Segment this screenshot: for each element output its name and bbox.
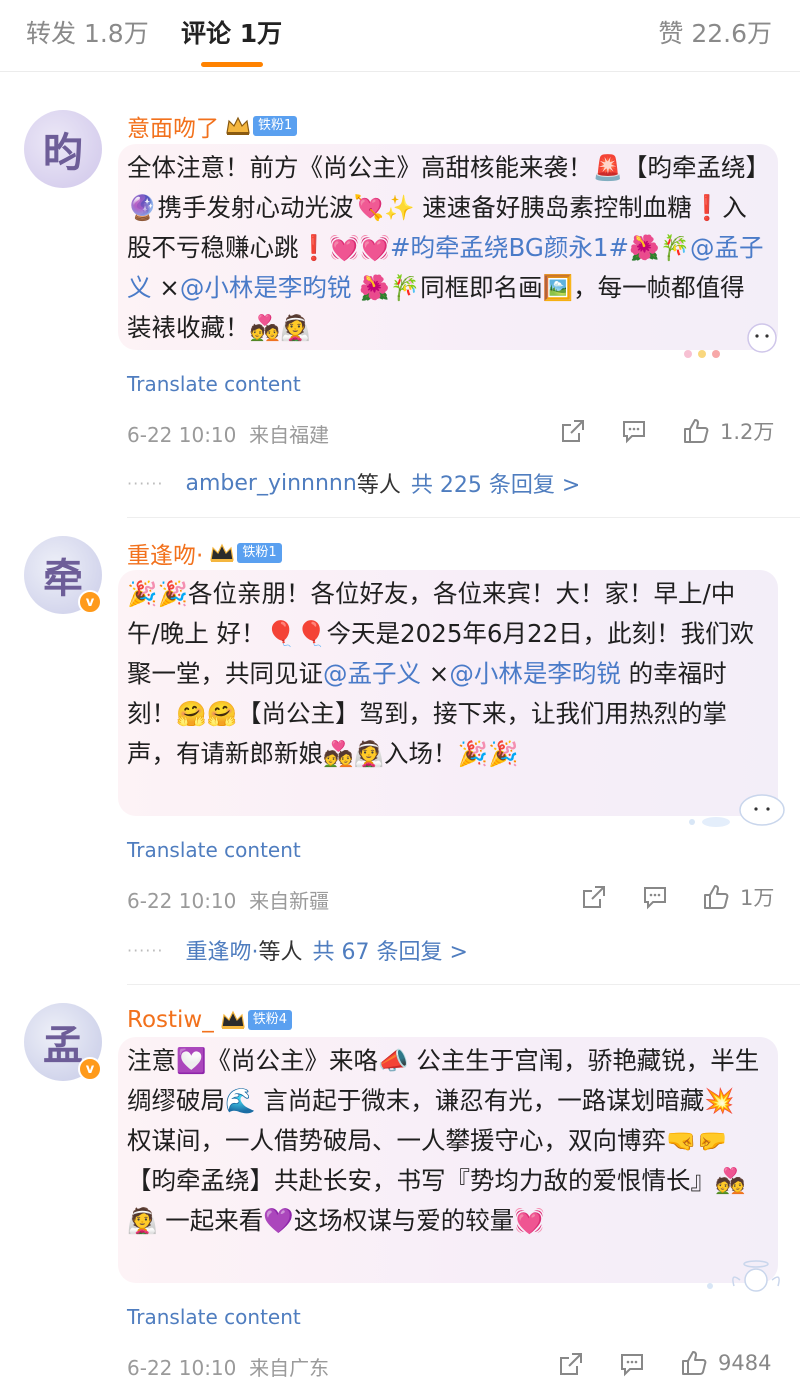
comment-header: Rostiw_ 铁粉4 (127, 1004, 293, 1036)
tab-comments[interactable]: 评论 1万 (181, 14, 282, 54)
comment-text: 注意💟《尚公主》来咯📣 公主生于宫闱，骄艳藏锐，半生绸缪破局🌊 言尚起于微末，谦… (127, 1041, 767, 1241)
comment-time: 6-22 10:10 (127, 423, 237, 447)
comment-header: 重逢吻· 铁粉1 (127, 537, 282, 569)
comment-tab-bar: 转发 1.8万 评论 1万 赞 22.6万 (0, 0, 800, 72)
comment-header: 意面吻了 铁粉1 (127, 109, 298, 143)
like-count: 1.2万 (720, 420, 775, 444)
translate-link[interactable]: Translate content (127, 838, 301, 862)
share-icon (562, 420, 584, 442)
text-segment: 🌺🎋 (629, 233, 691, 262)
text-segment: 注意💟《尚公主》来咯📣 公主生于宫闱，骄艳藏锐，半生绸缪破局🌊 言尚起于微末，谦… (127, 1046, 760, 1235)
fan-level-badge: 铁粉1 (237, 543, 282, 563)
reply-user-link[interactable]: amber_yinnnnn (186, 471, 357, 496)
comment-meta: 6-22 10:10 来自福建 (127, 419, 329, 448)
fan-level-badge: 铁粉4 (247, 1010, 293, 1030)
comment-location: 来自福建 (249, 423, 330, 447)
comment-meta: 6-22 10:10 来自广东 (127, 1352, 329, 1381)
reply-button[interactable] (621, 418, 647, 444)
comment-icon (621, 1354, 643, 1377)
verified-badge-icon: v (78, 1057, 102, 1081)
crown-icon (209, 542, 235, 564)
tab-likes[interactable]: 赞 22.6万 (658, 14, 772, 54)
bubble-cloud-sticker-icon (686, 792, 790, 836)
view-replies-link[interactable]: 共 225 条回复 > (411, 467, 580, 499)
share-icon (560, 1353, 582, 1375)
reply-user-link[interactable]: 重逢吻· (186, 934, 259, 966)
username[interactable]: 重逢吻· (127, 536, 203, 570)
reply-summary: ······ amber_yinnnnn 等人 共 225 条回复 > (127, 467, 580, 499)
avatar-image: 昀 (24, 110, 102, 188)
reply-etc-text: 等人 (356, 473, 401, 498)
verified-badge-icon: v (78, 590, 102, 614)
mention-link[interactable]: @小林是李昀锐 (180, 273, 352, 302)
avatar[interactable]: 昀 (24, 110, 102, 188)
comment-icon (623, 421, 645, 444)
comment-icon (644, 887, 666, 910)
like-count: 9484 (718, 1351, 772, 1375)
share-button[interactable] (581, 884, 607, 910)
share-button[interactable] (558, 1351, 584, 1377)
reply-summary: ······ 重逢吻· 等人 共 67 条回复 > (127, 934, 468, 966)
bubble-sticker-icon (680, 320, 784, 368)
like-count: 1万 (740, 886, 775, 910)
active-tab-indicator (201, 62, 263, 67)
thumbs-up-icon (684, 419, 709, 443)
translate-link[interactable]: Translate content (127, 372, 301, 396)
username[interactable]: Rostiw_ (127, 1007, 214, 1033)
crown-icon (220, 1009, 246, 1031)
comment-meta: 6-22 10:10 来自新疆 (127, 885, 329, 914)
comment-divider (127, 984, 800, 985)
comment-divider (127, 517, 800, 518)
reply-etc-text: 等人 (258, 940, 303, 965)
like-button[interactable]: 9484 (680, 1349, 771, 1377)
comment-time: 6-22 10:10 (127, 889, 237, 913)
share-button[interactable] (560, 418, 586, 444)
thumbs-up-icon (682, 1351, 707, 1375)
fan-level-badge: 铁粉1 (253, 116, 298, 136)
fan-crown-icon (225, 115, 251, 137)
thumbs-up-icon (704, 885, 729, 909)
comment-time: 6-22 10:10 (127, 1356, 237, 1380)
reply-dots: ······ (127, 473, 164, 493)
view-replies-link[interactable]: 共 67 条回复 > (313, 934, 468, 966)
reply-button[interactable] (642, 884, 668, 910)
translate-link[interactable]: Translate content (127, 1305, 301, 1329)
mention-link[interactable]: @孟子义 (323, 659, 421, 688)
username[interactable]: 意面吻了 (127, 109, 219, 143)
comment-text: 🎉🎉各位亲朋！各位好友，各位来宾！大！家！早上/中午/晚上 好！🎈🎈今天是202… (127, 574, 767, 774)
text-segment: × (151, 273, 180, 302)
text-segment: × (421, 659, 450, 688)
reply-button[interactable] (619, 1351, 645, 1377)
reply-dots: ······ (127, 940, 164, 960)
hashtag-link[interactable]: #昀牵孟绕BG颜永1# (390, 233, 629, 262)
share-icon (583, 886, 605, 908)
comment-location: 来自广东 (249, 1356, 330, 1380)
like-button[interactable]: 1万 (702, 882, 774, 912)
bubble-angel-sticker-icon (700, 1256, 790, 1300)
comment-location: 来自新疆 (249, 889, 330, 913)
mention-link[interactable]: @小林是李昀锐 (449, 659, 621, 688)
tab-reposts[interactable]: 转发 1.8万 (26, 14, 149, 54)
like-button[interactable]: 1.2万 (682, 416, 774, 446)
comment-text: 全体注意！前方《尚公主》高甜核能来袭！🚨【昀牵孟绕】🔮携手发射心动光波💘✨ 速速… (127, 148, 767, 348)
